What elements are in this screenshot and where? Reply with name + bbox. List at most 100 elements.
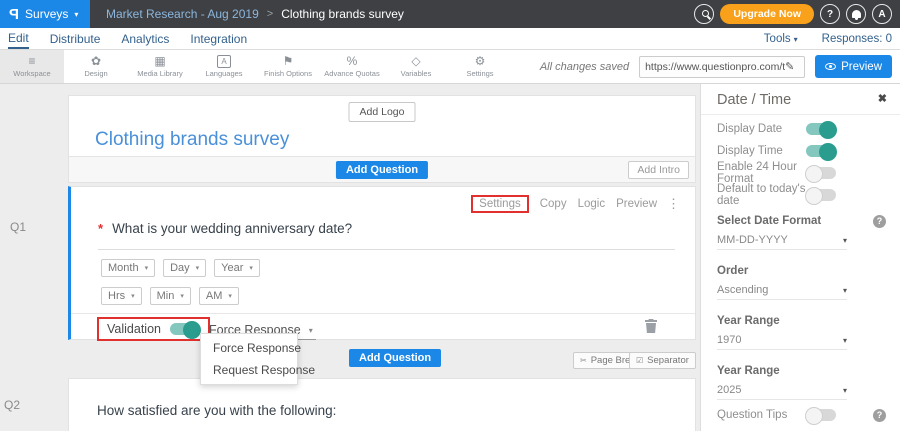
minutes-select[interactable]: Min▾: [150, 287, 191, 305]
separator-label: Separator: [647, 355, 689, 366]
question-settings-link[interactable]: Settings: [471, 195, 529, 213]
menu-item-force-response[interactable]: Force Response: [201, 337, 297, 359]
toolbar-item-media-library[interactable]: ▦ Media Library: [128, 50, 192, 83]
help-icon[interactable]: ?: [873, 215, 886, 228]
year-start-value: 1970: [717, 334, 741, 346]
tab-distribute[interactable]: Distribute: [50, 30, 101, 48]
field-label: Year Range: [717, 365, 780, 377]
ampm-select-value: AM: [206, 290, 223, 302]
chevron-down-icon: ▾: [309, 326, 313, 335]
field-label-row-year-start: Year Range: [717, 312, 886, 330]
advance-quotas-icon: %: [347, 55, 358, 68]
toolbar-item-variables[interactable]: ◇ Variables: [384, 50, 448, 83]
toolbar-item-workspace[interactable]: ≡ Workspace: [0, 50, 64, 83]
chevron-down-icon: ▾: [794, 35, 798, 44]
design-palette-icon: ✿: [91, 55, 101, 68]
toolbar-item-finish-options[interactable]: ⚑ Finish Options: [256, 50, 320, 83]
chevron-down-icon: ▾: [843, 386, 847, 395]
year-end-value: 2025: [717, 384, 741, 396]
display-date-toggle[interactable]: [806, 123, 836, 135]
responses-count[interactable]: Responses: 0: [822, 33, 892, 45]
help-icon[interactable]: ?: [873, 409, 886, 422]
question-preview-link[interactable]: Preview: [616, 198, 657, 210]
field-label-row-order: Order: [717, 262, 886, 280]
search-icon: [702, 10, 709, 17]
display-time-toggle[interactable]: [806, 145, 836, 157]
add-intro-button[interactable]: Add Intro: [628, 161, 689, 179]
hours-select[interactable]: Hrs▾: [101, 287, 142, 305]
ampm-select[interactable]: AM ▾: [199, 287, 239, 305]
media-library-icon: ▦: [154, 55, 165, 68]
chevron-down-icon: ▾: [843, 236, 847, 245]
tab-edit[interactable]: Edit: [8, 29, 29, 49]
toolbar-label: Finish Options: [264, 69, 312, 78]
question-text[interactable]: How satisfied are you with the following…: [97, 403, 336, 418]
default-today-toggle[interactable]: [806, 189, 836, 201]
month-select[interactable]: Month▾: [101, 259, 155, 277]
toolbar-item-advance-quotas[interactable]: % Advance Quotas: [320, 50, 384, 83]
question-number-q1: Q1: [10, 220, 26, 234]
toolbar-item-languages[interactable]: A Languages: [192, 50, 256, 83]
survey-title[interactable]: Clothing brands survey: [95, 129, 289, 151]
separator-button[interactable]: ☑ Separator: [629, 352, 696, 369]
question-more-menu-icon[interactable]: ⋮: [667, 196, 680, 212]
delete-question-button[interactable]: [645, 319, 657, 338]
setting-row-display-time: Display Time: [717, 142, 886, 160]
order-select[interactable]: Ascending ▾: [717, 284, 847, 300]
date-format-select[interactable]: MM-DD-YYYY ▾: [717, 234, 847, 250]
year-range-start-select[interactable]: 1970 ▾: [717, 334, 847, 350]
question-card-q1: Settings Copy Logic Preview ⋮ * What is …: [68, 186, 696, 340]
toolbar-label: Workspace: [13, 69, 50, 78]
setting-row-question-tips: Question Tips ?: [717, 406, 886, 424]
menu-item-request-response[interactable]: Request Response: [201, 359, 297, 381]
survey-url-input[interactable]: [645, 61, 785, 73]
search-button[interactable]: [694, 4, 714, 24]
add-question-button[interactable]: Add Question: [336, 161, 428, 179]
edit-url-pencil-icon[interactable]: ✎: [785, 60, 794, 73]
validation-toggle[interactable]: [170, 323, 200, 335]
question-number-q2: Q2: [4, 398, 20, 412]
toolbar-label: Variables: [401, 69, 432, 78]
year-range-end-select[interactable]: 2025 ▾: [717, 384, 847, 400]
close-icon[interactable]: ✖: [878, 92, 887, 105]
workspace-icon: ≡: [28, 55, 35, 68]
add-question-button[interactable]: Add Question: [349, 349, 441, 367]
surveys-product-menu[interactable]: P Surveys ▾: [0, 0, 90, 28]
question-tips-toggle[interactable]: [806, 409, 836, 421]
upgrade-now-button[interactable]: Upgrade Now: [720, 4, 814, 24]
enable-24-hour-toggle[interactable]: [806, 167, 836, 179]
year-select-value: Year: [221, 262, 243, 274]
field-label: Order: [717, 265, 748, 277]
help-button[interactable]: ?: [820, 4, 840, 24]
breadcrumb-parent-link[interactable]: Market Research - Aug 2019: [106, 7, 259, 21]
setting-label: Enable 24 Hour Format: [717, 161, 806, 185]
chevron-down-icon: ▾: [74, 10, 78, 19]
toolbar-label: Languages: [205, 69, 242, 78]
question-text-field[interactable]: * What is your wedding anniversary date?: [98, 221, 675, 250]
setting-label: Default to today's date: [717, 183, 806, 207]
finish-options-icon: ⚑: [283, 55, 294, 68]
day-select[interactable]: Day▾: [163, 259, 206, 277]
toolbar-item-design[interactable]: ✿ Design: [64, 50, 128, 83]
tab-integration[interactable]: Integration: [190, 30, 247, 48]
question-logic-link[interactable]: Logic: [578, 198, 606, 210]
field-label: Select Date Format: [717, 215, 821, 227]
setting-row-default-today: Default to today's date: [717, 186, 886, 204]
editor-toolbar: ≡ Workspace ✿ Design ▦ Media Library A L…: [0, 50, 900, 84]
bell-icon: [852, 10, 861, 18]
chevron-down-icon: ▾: [145, 264, 149, 272]
add-logo-button[interactable]: Add Logo: [349, 102, 416, 122]
chevron-down-icon: ▾: [228, 292, 232, 300]
question-copy-link[interactable]: Copy: [540, 198, 567, 210]
toolbar-right: All changes saved ✎ Preview: [540, 50, 900, 83]
validation-dropdown-menu: Force Response Request Response: [200, 333, 298, 385]
preview-button[interactable]: Preview: [815, 55, 892, 78]
tools-menu[interactable]: Tools▾: [764, 33, 798, 45]
breadcrumb-current: Clothing brands survey: [281, 7, 404, 21]
notifications-button[interactable]: [846, 4, 866, 24]
toolbar-item-settings[interactable]: ⚙ Settings: [448, 50, 512, 83]
year-select[interactable]: Year▾: [214, 259, 260, 277]
tab-analytics[interactable]: Analytics: [121, 30, 169, 48]
chevron-down-icon: ▾: [131, 292, 135, 300]
account-avatar[interactable]: A: [872, 4, 892, 24]
